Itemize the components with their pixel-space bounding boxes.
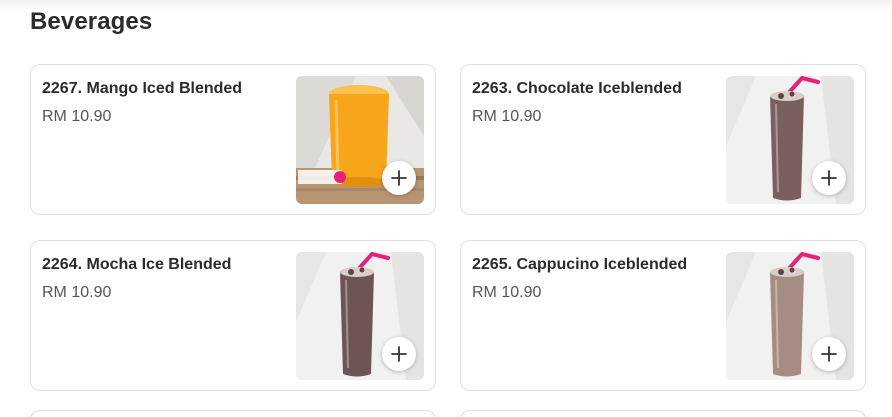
plus-icon [391, 170, 407, 186]
menu-item-card[interactable]: 2265. Cappucino Iceblended RM 10.90 [460, 240, 866, 391]
menu-item-title: 2263. Chocolate Iceblended [472, 80, 682, 97]
menu-item-title: 2267. Mango Iced Blended [42, 80, 243, 97]
menu-item-title: 2265. Cappucino Iceblended [472, 256, 688, 273]
add-to-cart-button[interactable] [812, 161, 846, 195]
menu-item-card[interactable]: 2267. Mango Iced Blended RM 10.90 [30, 64, 436, 215]
menu-item-card[interactable] [30, 410, 436, 417]
menu-item-price: RM 10.90 [472, 284, 542, 301]
plus-icon [821, 170, 837, 186]
menu-item-price: RM 10.90 [472, 108, 542, 125]
menu-item-title: 2264. Mocha Ice Blended [42, 256, 232, 273]
add-to-cart-button[interactable] [382, 161, 416, 195]
add-to-cart-button[interactable] [812, 337, 846, 371]
menu-item-card[interactable]: 2263. Chocolate Iceblended RM 10.90 [460, 64, 866, 215]
add-to-cart-button[interactable] [382, 337, 416, 371]
section-title: Beverages [30, 8, 153, 35]
plus-icon [391, 346, 407, 362]
menu-item-price: RM 10.90 [42, 108, 112, 125]
menu-item-card[interactable]: 2264. Mocha Ice Blended RM 10.90 [30, 240, 436, 391]
plus-icon [821, 346, 837, 362]
menu-item-card[interactable] [460, 410, 866, 417]
menu-item-price: RM 10.90 [42, 284, 112, 301]
